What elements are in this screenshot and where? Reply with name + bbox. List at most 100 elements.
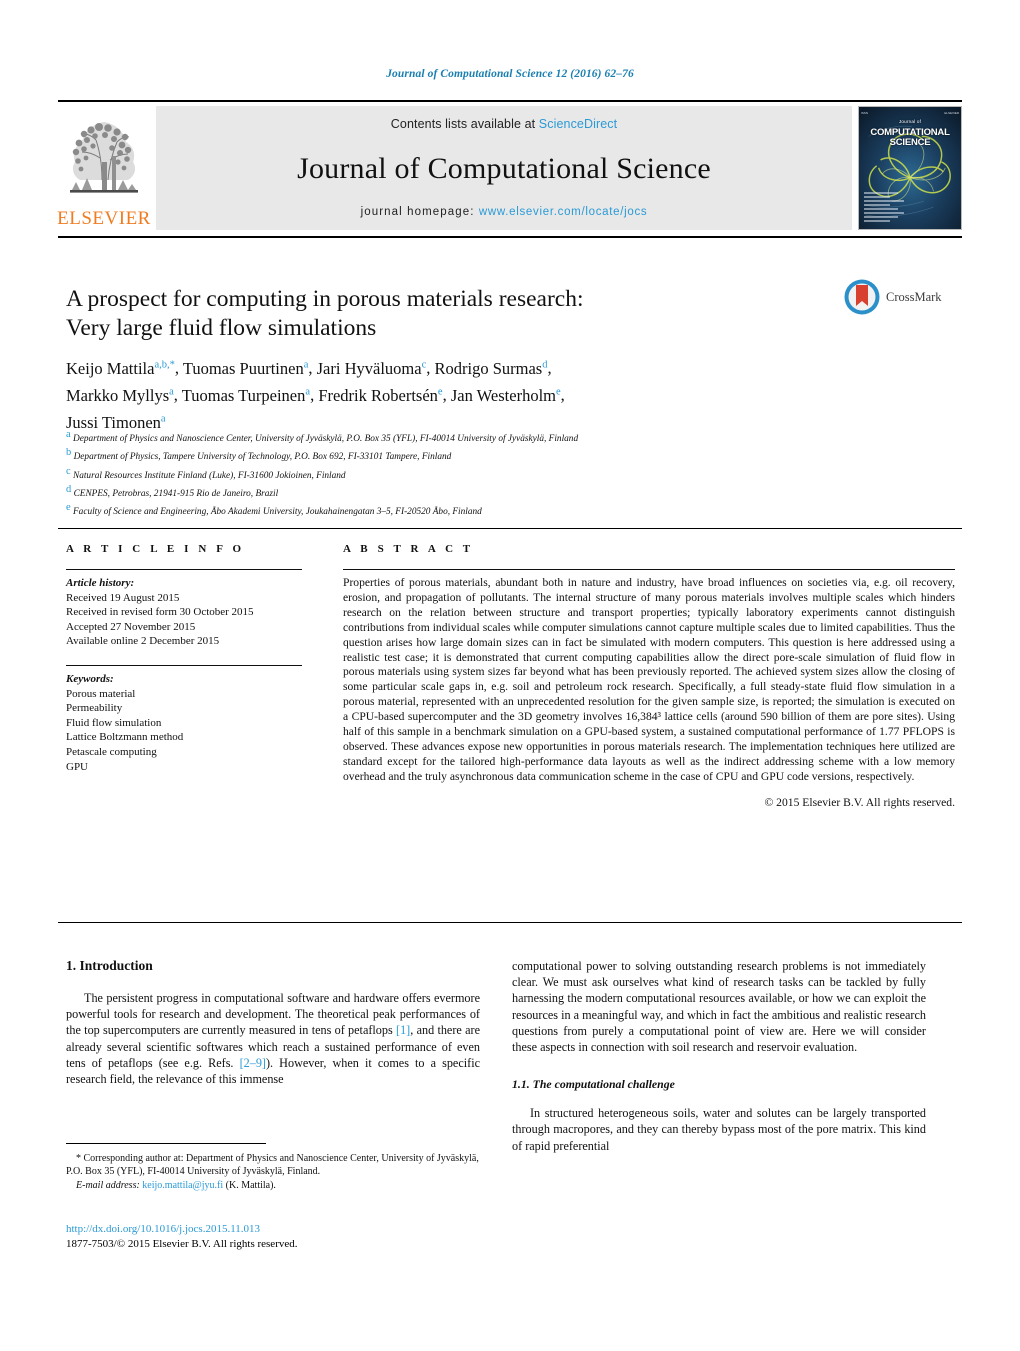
crossmark-icon bbox=[844, 279, 880, 315]
author-marks: a bbox=[303, 359, 309, 370]
author-6: Fredrik Robertséne bbox=[318, 386, 442, 405]
running-head: Journal of Computational Science 12 (201… bbox=[386, 68, 634, 80]
cover-topbar: ISSN ELSEVIER bbox=[861, 110, 959, 115]
sciencedirect-link[interactable]: ScienceDirect bbox=[539, 117, 617, 131]
author-marks: e bbox=[437, 386, 443, 397]
author-0: Keijo Mattilaa,b,* bbox=[66, 359, 175, 378]
journal-homepage-link[interactable]: www.elsevier.com/locate/jocs bbox=[479, 206, 648, 218]
keywords-label: Keywords: bbox=[66, 672, 114, 685]
keyword-5: GPU bbox=[66, 760, 89, 773]
title-divider bbox=[58, 236, 962, 238]
masthead-banner: Contents lists available at ScienceDirec… bbox=[156, 106, 852, 230]
crossmark-badge[interactable]: CrossMark bbox=[843, 278, 942, 316]
abstract-rule bbox=[343, 569, 955, 570]
article-history-block: Article history: Received 19 August 2015… bbox=[66, 576, 302, 649]
author-marks: a bbox=[160, 413, 166, 424]
author-marks: c bbox=[421, 359, 427, 370]
author-name: Tuomas Puurtinen bbox=[182, 358, 304, 378]
article-info-heading: A R T I C L E I N F O bbox=[66, 543, 245, 555]
author-marks: e bbox=[555, 386, 561, 397]
affiliation-d: d CENPES, Petrobras, 21941-915 Rio de Ja… bbox=[66, 483, 926, 501]
body-column-left: 1. Introduction The persistent progress … bbox=[66, 958, 480, 1087]
author-5: Tuomas Turpeinena bbox=[182, 386, 310, 405]
affiliation-text: Natural Resources Institute Finland (Luk… bbox=[73, 470, 346, 481]
affiliation-text: CENPES, Petrobras, 21941-915 Rio de Jane… bbox=[73, 488, 279, 499]
author-name: Jan Westerholm bbox=[450, 385, 556, 405]
title-line-1: A prospect for computing in porous mater… bbox=[66, 286, 584, 312]
footer-block: http://dx.doi.org/10.1016/j.jocs.2015.11… bbox=[66, 1222, 566, 1251]
affiliation-text: Department of Physics, Tampere Universit… bbox=[73, 452, 452, 463]
author-name: Jari Hyväluoma bbox=[316, 358, 422, 378]
title-line-2: Very large fluid flow simulations bbox=[66, 315, 377, 341]
affiliation-mark: a bbox=[66, 429, 71, 440]
citation-2-9[interactable]: [2–9] bbox=[240, 1056, 266, 1070]
email-suffix: (K. Mattila). bbox=[223, 1179, 276, 1191]
page-title: A prospect for computing in porous mater… bbox=[66, 285, 766, 343]
author-list: Keijo Mattilaa,b,*, Tuomas Puurtinena, J… bbox=[66, 358, 565, 432]
citation-1[interactable]: [1] bbox=[396, 1023, 410, 1037]
journal-cover-thumbnail: ISSN ELSEVIER Journal of COMPUTATIONAL SC… bbox=[858, 106, 962, 230]
elsevier-logo: ELSEVIER bbox=[57, 106, 151, 230]
contents-available-line: Contents lists available at ScienceDirec… bbox=[391, 117, 617, 131]
author-marks: a,b, bbox=[154, 359, 170, 370]
affiliation-b: b Department of Physics, Tampere Univers… bbox=[66, 446, 926, 464]
corresponding-author-note: * Corresponding author at: Department of… bbox=[66, 1153, 479, 1178]
elsevier-wordmark: ELSEVIER bbox=[57, 208, 151, 229]
crossmark-label: CrossMark bbox=[886, 289, 942, 304]
cover-title: Journal of COMPUTATIONAL SCIENCE bbox=[859, 117, 961, 148]
affiliation-mark: b bbox=[66, 447, 72, 459]
info-divider-top bbox=[58, 528, 962, 529]
intro-paragraph: The persistent progress in computational… bbox=[66, 990, 480, 1087]
article-history-label: Article history: bbox=[66, 577, 135, 589]
keyword-3: Lattice Boltzmann method bbox=[66, 731, 184, 744]
contents-prefix: Contents lists available at bbox=[390, 117, 539, 131]
email-link[interactable]: keijo.mattila@jyu.fi bbox=[142, 1180, 223, 1191]
history-item-0: Received 19 August 2015 bbox=[66, 591, 180, 604]
history-item-1: Received in revised form 30 October 2015 bbox=[66, 606, 254, 619]
author-name: Markko Myllys bbox=[66, 385, 170, 405]
cover-footer-lines bbox=[864, 192, 904, 224]
affiliation-list: a Department of Physics and Nanoscience … bbox=[66, 428, 926, 519]
author-name: Rodrigo Surmas bbox=[434, 358, 543, 378]
article-info-column: A R T I C L E I N F O Article history: R… bbox=[66, 543, 302, 774]
keyword-2: Fluid flow simulation bbox=[66, 716, 162, 729]
abstract-copyright: © 2015 Elsevier B.V. All rights reserved… bbox=[764, 795, 955, 809]
abstract-column: A B S T R A C T Properties of porous mat… bbox=[343, 543, 955, 809]
author-marks: a bbox=[169, 386, 174, 397]
keyword-1: Permeability bbox=[66, 702, 123, 715]
intro-paragraph-continued: computational power to solving outstandi… bbox=[512, 959, 926, 1055]
footnote-block: * Corresponding author at: Department of… bbox=[66, 1152, 480, 1192]
email-label: E-mail address: bbox=[76, 1179, 140, 1191]
keywords-rule bbox=[66, 664, 302, 666]
corresponding-author-marker[interactable]: * bbox=[170, 359, 175, 370]
keyword-4: Petascale computing bbox=[66, 745, 157, 758]
author-name: Fredrik Robertsén bbox=[318, 385, 438, 405]
cover-line2: SCIENCE bbox=[889, 137, 931, 148]
footnote-divider bbox=[66, 1143, 266, 1144]
author-3: Rodrigo Surmasd bbox=[434, 359, 547, 378]
body-column-right: computational power to solving outstandi… bbox=[512, 958, 926, 1154]
affiliation-e: e Faculty of Science and Engineering, Åb… bbox=[66, 501, 926, 519]
abstract-text: Properties of porous materials, abundant… bbox=[343, 576, 955, 783]
affiliation-a: a Department of Physics and Nanoscience … bbox=[66, 428, 926, 446]
subsection-heading-computational-challenge: 1.1. The computational challenge bbox=[512, 1077, 675, 1092]
author-name: Keijo Mattila bbox=[66, 358, 155, 378]
author-1: Tuomas Puurtinena bbox=[183, 359, 309, 378]
keyword-0: Porous material bbox=[66, 687, 136, 700]
author-7: Jan Westerholme bbox=[451, 386, 561, 405]
abstract-divider-bottom bbox=[58, 922, 962, 923]
affiliation-text: Department of Physics and Nanoscience Ce… bbox=[73, 434, 579, 445]
affiliation-mark: d bbox=[66, 483, 72, 495]
subsection-paragraph: In structured heterogeneous soils, water… bbox=[512, 1106, 926, 1153]
doi-link[interactable]: http://dx.doi.org/10.1016/j.jocs.2015.11… bbox=[66, 1222, 566, 1237]
author-marks: a bbox=[305, 386, 311, 397]
elsevier-tree-icon bbox=[62, 116, 146, 208]
cover-kicker: Journal of bbox=[898, 119, 922, 124]
article-info-rule bbox=[66, 569, 302, 570]
journal-name: Journal of Computational Science bbox=[297, 151, 711, 185]
affiliation-c: c Natural Resources Institute Finland (L… bbox=[66, 465, 926, 483]
history-item-3: Available online 2 December 2015 bbox=[66, 635, 220, 648]
author-marks: d bbox=[542, 359, 548, 370]
affiliation-mark: e bbox=[66, 502, 71, 514]
